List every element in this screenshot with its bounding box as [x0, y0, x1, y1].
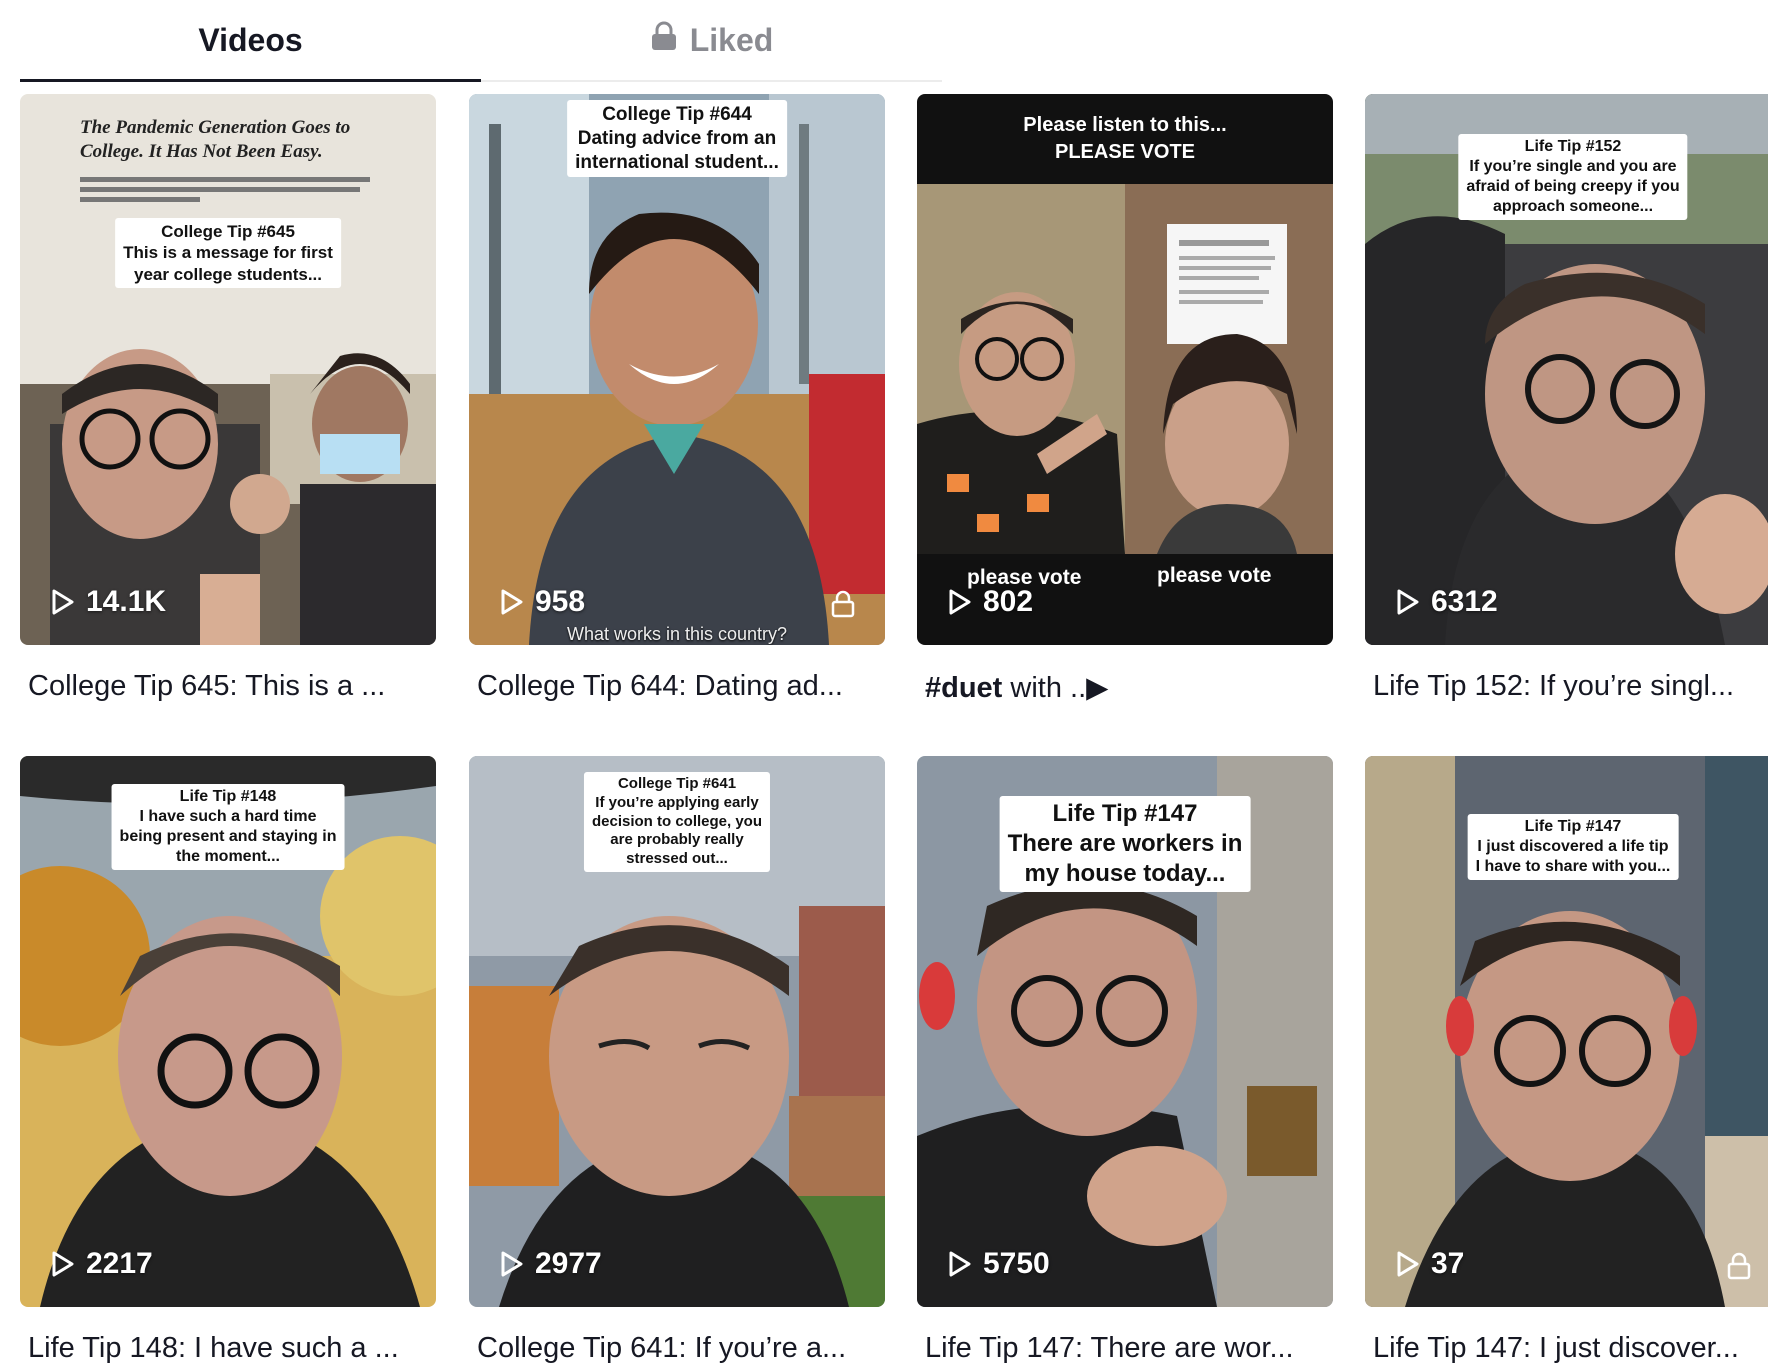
video-thumbnail[interactable]: College Tip #641 If you’re applying earl…	[469, 756, 885, 1307]
video-title[interactable]: College Tip 644: Dating ad...	[477, 670, 887, 703]
video-thumbnail[interactable]: Life Tip #148 I have such a hard time be…	[20, 756, 436, 1307]
video-title-rest: with ..▶	[1002, 672, 1109, 704]
right-video-label: please vote	[1157, 564, 1272, 587]
view-count: 802	[947, 585, 1033, 619]
video-caption-overlay: Life Tip #147 I just discovered a life t…	[1467, 814, 1679, 880]
video-subtitle: What works in this country?	[566, 624, 788, 644]
video-thumbnail[interactable]: Life Tip #147 There are workers in my ho…	[917, 756, 1333, 1307]
play-icon	[949, 1251, 971, 1277]
video-caption-overlay: Life Tip #148 I have such a hard time be…	[111, 784, 345, 870]
article-headline-line2: College. It Has Not Been Easy.	[80, 140, 323, 162]
play-icon	[501, 1251, 523, 1277]
video-title[interactable]: College Tip 645: This is a ...	[28, 670, 438, 703]
private-lock-icon	[1727, 1252, 1751, 1285]
video-thumbnail[interactable]: College Tip #644 Dating advice from an i…	[469, 94, 885, 645]
play-icon	[52, 1251, 74, 1277]
private-lock-icon	[831, 590, 855, 623]
video-thumbnail[interactable]: The Pandemic Generation Goes to College.…	[20, 94, 436, 645]
video-title[interactable]: Life Tip 152: If you’re singl...	[1373, 670, 1768, 703]
article-headline-line1: The Pandemic Generation Goes to	[80, 117, 351, 138]
play-icon	[501, 589, 523, 615]
play-icon	[1397, 1251, 1419, 1277]
view-count: 37	[1395, 1247, 1464, 1281]
play-icon	[949, 589, 971, 615]
video-thumbnail[interactable]: Life Tip #152 If you’re single and you a…	[1365, 94, 1768, 645]
video-caption-overlay: College Tip #644 Dating advice from an i…	[567, 100, 787, 178]
video-grid: The Pandemic Generation Goes to College.…	[0, 0, 1768, 1364]
view-count: 2217	[50, 1247, 153, 1281]
video-banner-text: Please listen to this... PLEASE VOTE	[1023, 114, 1227, 163]
hashtag-link[interactable]: #duet	[925, 672, 1002, 704]
video-caption-overlay: Life Tip #152 If you’re single and you a…	[1458, 134, 1688, 220]
video-caption-overlay: College Tip #645 This is a message for f…	[115, 218, 341, 288]
view-count: 14.1K	[50, 585, 166, 619]
video-caption-overlay: Life Tip #147 There are workers in my ho…	[999, 796, 1251, 892]
video-thumbnail-image	[917, 94, 1333, 645]
video-thumbnail[interactable]: Please listen to this... PLEASE VOTE ple…	[917, 94, 1333, 645]
video-title[interactable]: Life Tip 147: I just discover...	[1373, 1332, 1768, 1365]
play-icon	[1397, 589, 1419, 615]
video-caption-overlay: College Tip #641 If you’re applying earl…	[583, 772, 771, 872]
play-icon	[52, 589, 74, 615]
video-title[interactable]: #duet with ..▶	[925, 670, 1335, 705]
video-title[interactable]: College Tip 641: If you’re a...	[477, 1332, 887, 1365]
article-body-text	[80, 172, 380, 212]
view-count: 6312	[1395, 585, 1498, 619]
video-title[interactable]: Life Tip 147: There are wor...	[925, 1332, 1335, 1365]
view-count: 2977	[499, 1247, 602, 1281]
view-count: 958	[499, 585, 585, 619]
view-count: 5750	[947, 1247, 1050, 1281]
video-thumbnail[interactable]: Life Tip #147 I just discovered a life t…	[1365, 756, 1768, 1307]
video-title[interactable]: Life Tip 148: I have such a ...	[28, 1332, 438, 1365]
